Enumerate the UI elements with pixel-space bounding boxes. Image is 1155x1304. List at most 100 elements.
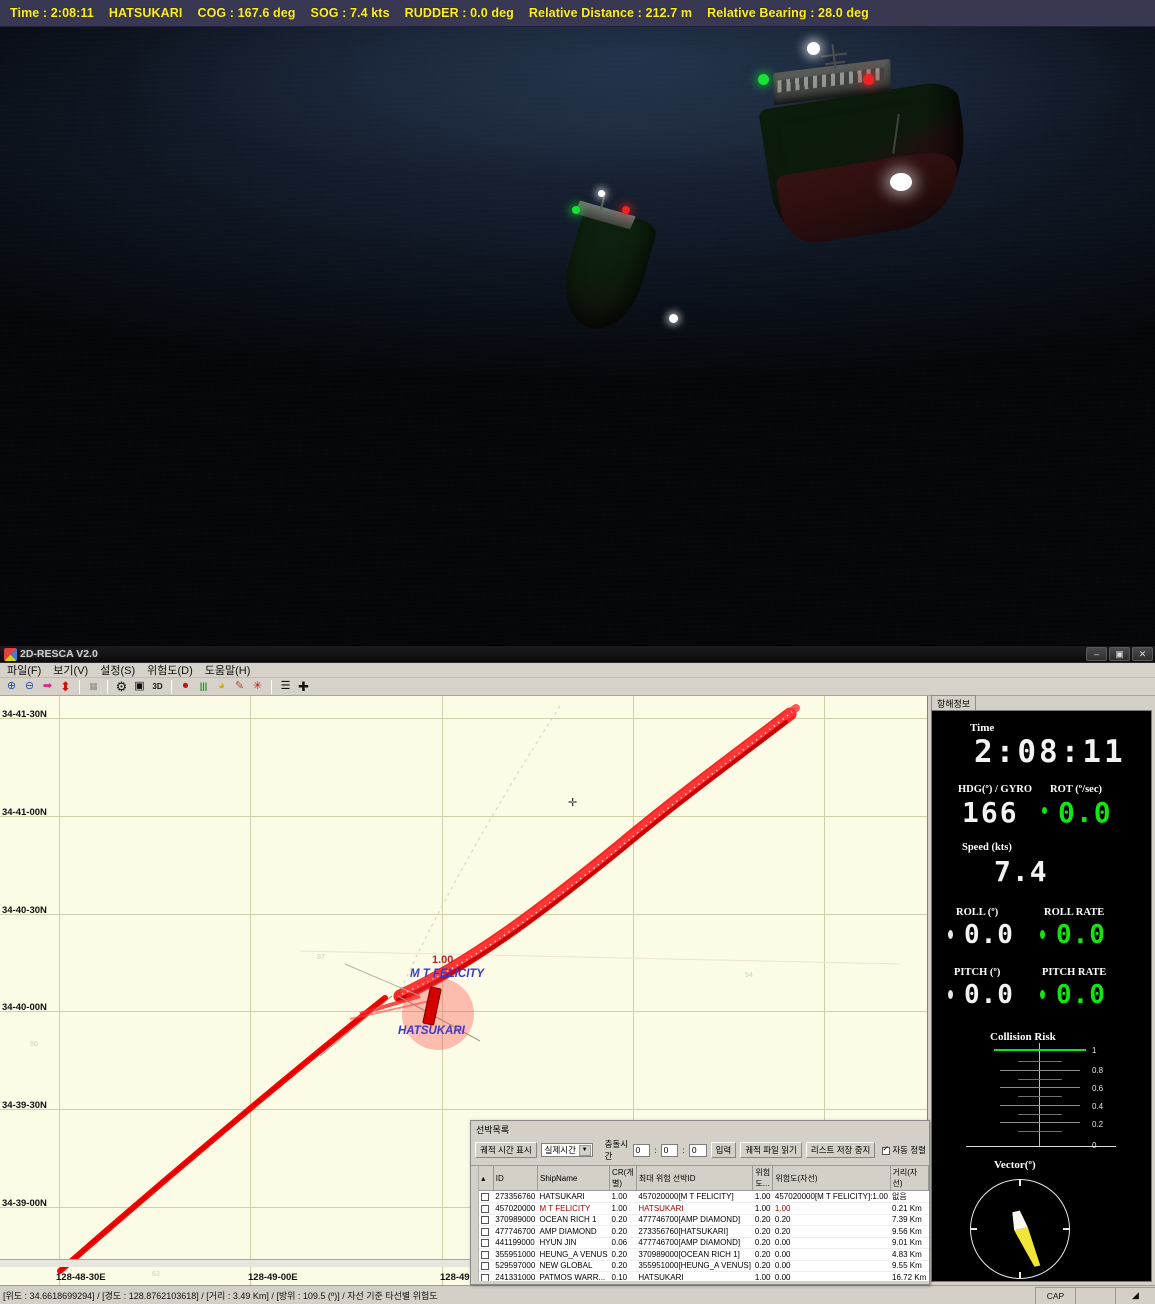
arrow-right-icon[interactable]: ➡ [39, 679, 56, 695]
cell-shipname: HATSUKARI [537, 1190, 610, 1203]
cell-risk: 0.20 [752, 1225, 773, 1238]
toolbar[interactable]: ⊕ ⊖ ➡ ⬍ ▦ ⚙ ▣ 3D ⏺ ||| ◕ ✎ ✳ ☰ ✚ [0, 678, 1155, 696]
target-icon[interactable]: ✳ [249, 679, 266, 695]
menu-item-settings[interactable]: 설정(S) [97, 662, 144, 678]
table-row[interactable]: 355951000 HEUNG_A VENUS 0.20 370989000[OCEA… [479, 1248, 929, 1261]
table-row[interactable]: 273356760 HATSUKARI 1.00 457020000[M T FELI… [479, 1190, 929, 1203]
row-checkbox[interactable] [479, 1260, 494, 1272]
pitch-value: 0.0 [964, 980, 1014, 1010]
read-track-file-button[interactable]: 궤적 파일 읽기 [740, 1142, 802, 1158]
palette-icon[interactable]: ◕ [213, 679, 230, 695]
ship-list-table[interactable]: ▴ ID ShipName CR(개별) 최대 위험 선박ID 위험도... 위… [479, 1166, 929, 1281]
ship-list-title: 선박목록 [476, 1125, 510, 1135]
column-risk-own[interactable]: 위험도(자선) [772, 1166, 891, 1191]
column-max-risk-id[interactable]: 최대 위험 선박ID [636, 1166, 754, 1191]
minimize-button[interactable]: – [1086, 647, 1107, 661]
rot-label: ROT (º/sec) [1050, 784, 1102, 795]
nav-tab-strip[interactable]: 항해정보 [928, 695, 1155, 710]
close-button[interactable]: ✕ [1132, 647, 1153, 661]
collision-time-hours-input[interactable]: 0 [632, 1143, 651, 1157]
settings-gear-icon[interactable]: ⚙ [113, 679, 130, 695]
ship-list-controls[interactable]: 궤적 시간 표시 실제시간 ▼ 충돌시간 0 : 0 : 0 입력 궤적 파일 … [471, 1137, 929, 1165]
table-row[interactable]: 441199000 HYUN JIN 0.06 477746700[AMP DIAMO… [479, 1237, 929, 1249]
menu-item-view[interactable]: 보기(V) [50, 662, 97, 678]
row-checkbox[interactable] [479, 1237, 494, 1249]
application-root: Time : 2:08:11 HATSUKARI COG : 167.6 deg… [0, 0, 1155, 1304]
column-shipname[interactable]: ShipName [537, 1166, 611, 1191]
cell-max-risk-id: 355951000[HEUNG_A VENUS] [636, 1260, 753, 1272]
auto-sort-checkbox[interactable]: 자동 정렬 [882, 1144, 926, 1156]
zoom-in-icon[interactable]: ⊕ [3, 679, 20, 695]
collision-time-seconds-input[interactable]: 0 [688, 1143, 707, 1157]
collision-time-minutes-input[interactable]: 0 [660, 1143, 679, 1157]
column-distance[interactable]: 거리(자선) [890, 1166, 929, 1191]
tab-navigation-info[interactable]: 항해정보 [931, 695, 977, 710]
plus-icon[interactable]: ✚ [295, 679, 312, 695]
column-sort-arrow[interactable]: ▴ [479, 1166, 494, 1191]
track-time-display-button[interactable]: 궤적 시간 표시 [475, 1142, 537, 1158]
hud-status-strip: Time : 2:08:11 HATSUKARI COG : 167.6 deg… [0, 0, 1155, 27]
table-row[interactable]: 529597000 NEW GLOBAL 0.20 355951000[HEUNG_A… [479, 1260, 929, 1272]
starboard-green-light [758, 74, 769, 85]
table-row[interactable]: 241331000 PATMOS WARR... 0.10 HATSUKARI 1.00… [479, 1271, 929, 1281]
rot-indicator-dot [1042, 807, 1047, 814]
pitch-indicator-dot [948, 990, 953, 999]
time-mode-select[interactable]: 실제시간 ▼ [540, 1143, 593, 1157]
stop-list-save-button[interactable]: 리스트 저장 중지 [805, 1142, 876, 1158]
cell-max-risk-id: 370989000[OCEAN RICH 1] [636, 1248, 753, 1261]
menu-bar[interactable]: 파일(F) 보기(V) 설정(S) 위험도(D) 도움말(H) [0, 663, 1155, 678]
hud-relative-distance: Relative Distance : 212.7 m [528, 6, 693, 20]
table-row[interactable]: 370989000 OCEAN RICH 1 0.20 477746700[AMP D… [479, 1214, 929, 1226]
window-title-bar[interactable]: 2D-RESCA V2.0 – ▣ ✕ [0, 646, 1155, 663]
row-checkbox[interactable] [479, 1225, 494, 1238]
cell-shipname: PATMOS WARR... [537, 1271, 610, 1281]
cell-cr: 0.10 [609, 1271, 637, 1281]
menu-item-risk[interactable]: 위험도(D) [144, 662, 202, 678]
cell-id: 370989000 [493, 1214, 538, 1226]
cell-cr: 0.06 [609, 1237, 637, 1249]
ship-list-dialog[interactable]: 선박목록 궤적 시간 표시 실제시간 ▼ 충돌시간 0 : 0 : 0 입력 궤… [470, 1120, 930, 1285]
table-row[interactable]: 477746700 AMP DIAMOND 0.20 273356760[HATSUK… [479, 1225, 929, 1238]
pencil-icon[interactable]: ✎ [231, 679, 248, 695]
column-risk[interactable]: 위험도... [752, 1166, 774, 1191]
screen-icon[interactable]: ▣ [131, 679, 148, 695]
cell-risk-own: 0.00 [772, 1271, 890, 1281]
cell-id: 241331000 [493, 1271, 538, 1281]
row-checkbox[interactable] [479, 1271, 494, 1281]
pin-icon[interactable]: ⬍ [57, 679, 74, 695]
status-bar: [위도 : 34.6618699294] / [경도 : 128.8762103… [0, 1285, 1155, 1304]
hud-rudder: RUDDER : 0.0 deg [404, 6, 514, 20]
chart-cursor-crosshair: ✛ [568, 797, 578, 809]
time-value: 2:08:11 [974, 734, 1126, 770]
three-d-simulation-view[interactable]: Time : 2:08:11 HATSUKARI COG : 167.6 deg… [0, 0, 1155, 645]
row-checkbox[interactable] [479, 1202, 494, 1215]
maximize-button[interactable]: ▣ [1109, 647, 1130, 661]
column-id[interactable]: ID [493, 1166, 539, 1191]
cell-max-risk-id: 477746700[AMP DIAMOND] [636, 1237, 753, 1249]
resize-grip[interactable]: ◢ [1115, 1286, 1155, 1304]
bars-icon[interactable]: ||| [195, 679, 212, 695]
cell-distance: 9.01 Km [890, 1237, 929, 1249]
menu-item-file[interactable]: 파일(F) [4, 662, 50, 678]
list-icon[interactable]: ☰ [277, 679, 294, 695]
grid-icon[interactable]: ▦ [85, 679, 102, 695]
chevron-down-icon[interactable]: ▼ [578, 1144, 591, 1156]
cell-shipname: AMP DIAMOND [537, 1225, 610, 1238]
checkbox-icon[interactable] [882, 1144, 891, 1155]
row-checkbox[interactable] [479, 1190, 494, 1203]
alarm-icon[interactable]: ⏺ [177, 679, 194, 695]
menu-item-help[interactable]: 도움말(H) [202, 662, 260, 678]
cell-id: 355951000 [493, 1248, 538, 1261]
input-button[interactable]: 입력 [710, 1142, 737, 1158]
speed-value: 7.4 [994, 855, 1048, 888]
zoom-out-icon[interactable]: ⊖ [21, 679, 38, 695]
column-cr[interactable]: CR(개별) [609, 1166, 637, 1191]
row-checkbox[interactable] [479, 1248, 494, 1261]
table-row[interactable]: 457020000 M T FELICITY 1.00 HATSUKARI 1.00 1.… [479, 1202, 929, 1215]
cell-risk: 0.20 [752, 1248, 773, 1261]
row-checkbox[interactable] [479, 1214, 494, 1226]
three-d-icon[interactable]: 3D [149, 679, 166, 695]
time-label: Time [970, 722, 995, 734]
compass-needle [1012, 1210, 1041, 1267]
port-red-light [863, 74, 874, 85]
